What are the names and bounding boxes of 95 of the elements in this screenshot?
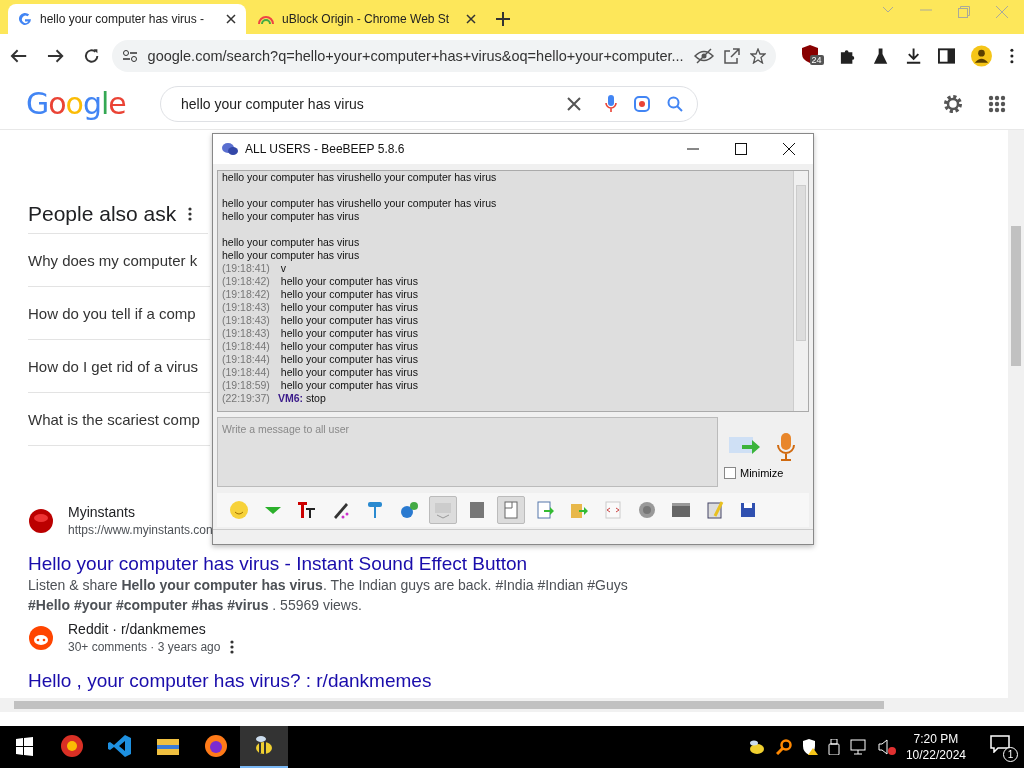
microphone-icon[interactable] <box>776 433 796 461</box>
bee-icon[interactable] <box>747 739 766 755</box>
google-logo[interactable]: Google <box>26 86 160 121</box>
flask-icon[interactable] <box>871 47 889 65</box>
text-format-icon <box>297 500 317 520</box>
close-icon[interactable] <box>226 14 236 24</box>
reload-icon[interactable] <box>84 48 100 64</box>
menu-icon[interactable] <box>1010 48 1014 64</box>
screen-icon <box>671 500 691 520</box>
new-tab-icon[interactable] <box>496 12 510 26</box>
push-button-icon <box>28 507 54 534</box>
close-icon[interactable] <box>783 143 795 155</box>
chat-message: (19:18:59) hello your computer has virus <box>222 379 419 392</box>
question-item[interactable]: Why does my computer k <box>28 234 210 287</box>
code-editor-icon <box>108 734 132 758</box>
chat-message: hello your computer has virushello your computer has virus <box>222 197 498 210</box>
note-icon <box>705 500 725 520</box>
browser-tab[interactable]: uBlock Origin - Chrome Web St <box>248 4 486 34</box>
more-icon[interactable] <box>188 207 193 221</box>
clear-icon[interactable] <box>567 96 581 111</box>
window-title: ALL USERS - BeeBEEP 5.8.6 <box>245 142 405 156</box>
back-icon[interactable] <box>10 48 28 64</box>
alien-icon <box>28 624 54 651</box>
browser-app-icon <box>60 734 84 758</box>
chat-message: hello your computer has virus <box>222 210 361 223</box>
chat-message: hello your computer has virushello your computer has virus <box>222 171 498 184</box>
document-arrow-icon <box>535 500 555 520</box>
site-name: Reddit · r/dankmemes <box>68 621 207 637</box>
message-icon <box>990 735 1010 753</box>
chat-scrollbar[interactable] <box>793 171 808 411</box>
share-icon[interactable] <box>723 48 740 64</box>
pencil-icon <box>331 500 351 520</box>
apps-grid-icon[interactable] <box>988 94 1006 113</box>
network-icon[interactable] <box>849 739 868 755</box>
spell-check-icon <box>433 500 453 520</box>
eye-slash-icon[interactable] <box>693 48 714 64</box>
camera-icon[interactable] <box>633 94 651 113</box>
gears-icon <box>399 500 419 520</box>
browser-tab[interactable]: hello your computer has virus - <box>8 4 246 34</box>
minimize-checkbox[interactable]: Minimize <box>724 467 796 479</box>
maximize-icon[interactable] <box>735 143 747 155</box>
site-info-icon[interactable] <box>121 49 138 63</box>
result-snippet: Listen & share Hello your computer has virus. The Indian guys are back. #India #Indian #Guys #Hello #your #computer #has #virus . 55969 views. <box>28 576 629 615</box>
more-icon[interactable] <box>230 640 235 654</box>
code-icon <box>603 500 623 520</box>
search-icon[interactable] <box>775 739 792 755</box>
chat-message: (19:18:43) hello your computer has virus <box>222 327 419 340</box>
result-link[interactable]: Hello your computer has virus - Instant Sound Effect Button <box>28 553 528 575</box>
message-input[interactable]: Write a message to all user <box>217 417 718 487</box>
muted-speaker-icon[interactable] <box>877 739 896 755</box>
chat-message: (19:18:44) hello your computer has virus <box>222 353 419 366</box>
window-icon <box>501 500 521 520</box>
forward-icon[interactable] <box>47 48 65 64</box>
address-bar[interactable]: google.com/search?q=hello+your+computer+has+virus&oq=hello+your+computer... <box>111 40 776 72</box>
section-heading: People also ask <box>28 202 177 226</box>
notification-count: 1 <box>1003 747 1018 762</box>
chat-bubbles-icon <box>221 142 239 156</box>
clock[interactable]: 7:20 PM 10/22/2024 <box>905 731 966 763</box>
chat-message: hello your computer has virus <box>222 249 361 262</box>
star-icon[interactable] <box>749 48 766 64</box>
extension-button[interactable]: 24 <box>801 45 823 67</box>
chat-message: (19:18:42) hello your computer has virus <box>222 275 419 288</box>
microphone-icon[interactable] <box>605 94 617 113</box>
puzzle-icon[interactable] <box>838 47 856 65</box>
avatar-icon[interactable] <box>971 45 993 67</box>
download-icon[interactable] <box>904 47 923 65</box>
side-panel-icon[interactable] <box>938 47 956 65</box>
question-item[interactable]: How do I get rid of a virus <box>28 340 210 393</box>
taskbar-app[interactable] <box>240 726 288 768</box>
chat-message: hello your computer has virus <box>222 236 361 249</box>
chat-message: (19:18:41) v <box>222 262 288 275</box>
chat-message: (19:18:43) hello your computer has virus <box>222 301 419 314</box>
site-url: https://www.myinstants.con <box>68 523 213 537</box>
result-link[interactable]: Hello , your computer has virus? : r/dankmemes <box>28 670 432 692</box>
rainbow-icon <box>258 13 274 25</box>
chat-message: (19:18:42) hello your computer has virus <box>222 288 419 301</box>
chat-message: (19:18:44) hello your computer has virus <box>222 366 419 379</box>
chat-message: (19:18:43) hello your computer has virus <box>222 314 419 327</box>
fox-icon <box>204 734 228 758</box>
horizontal-scrollbar[interactable] <box>0 698 1008 712</box>
site-name: Myinstants <box>68 504 136 520</box>
post-meta: 30+ comments · 3 years ago <box>68 640 221 654</box>
extension-badge: 24 <box>809 55 824 65</box>
chat-message: (19:18:44) hello your computer has virus <box>222 340 419 353</box>
settings-icon[interactable] <box>942 92 964 115</box>
google-icon <box>18 12 32 26</box>
vertical-scrollbar[interactable] <box>1008 130 1024 712</box>
question-item[interactable]: How do you tell if a comp <box>28 287 210 340</box>
question-item[interactable]: What is the scariest comp <box>28 393 210 446</box>
circle-icon <box>637 500 657 520</box>
shield-warning-icon[interactable] <box>801 739 818 755</box>
usb-drive-icon[interactable] <box>827 739 840 755</box>
chat-message: (22:19:37) VM6: stop <box>222 392 327 405</box>
close-icon[interactable] <box>466 14 476 24</box>
smiley-icon <box>229 500 249 520</box>
